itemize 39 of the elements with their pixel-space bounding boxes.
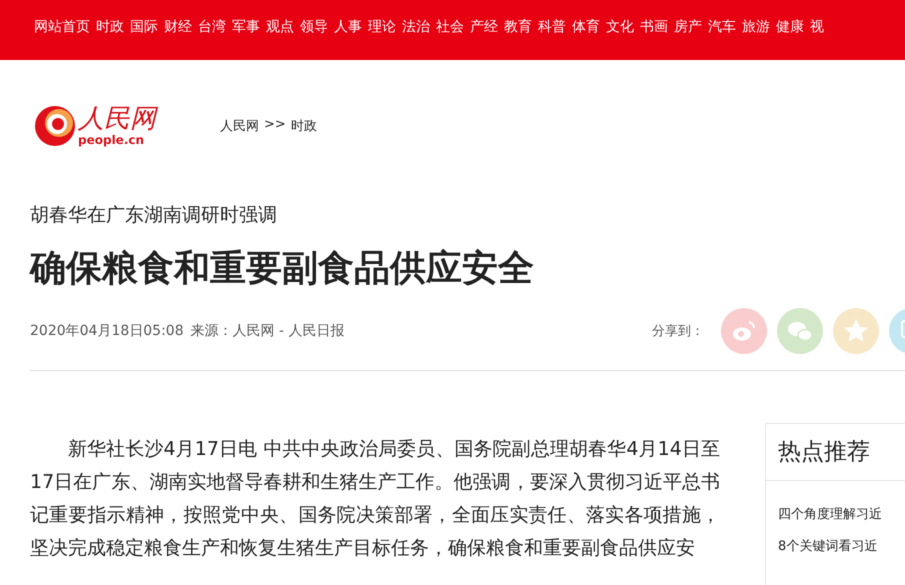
nav-link[interactable]: 网站首页 (34, 18, 90, 42)
sidebar-heading: 热点推荐 (778, 438, 871, 467)
logo-domain[interactable]: people.cn (78, 134, 156, 146)
nav-link[interactable]: 教育 (504, 18, 532, 42)
sidebar-link[interactable]: 8个关键词看习近 (778, 531, 905, 563)
nav-link[interactable]: 国际 (130, 18, 158, 42)
nav-link[interactable]: 理论 (368, 18, 396, 42)
chat-bubbles-icon[interactable] (777, 308, 823, 354)
nav-link[interactable]: 法治 (402, 18, 430, 42)
nav-link[interactable]: 时政 (96, 18, 124, 42)
sidebar-link[interactable]: 四个角度理解习近 (778, 499, 905, 531)
nav-link[interactable]: 健康 (776, 18, 804, 42)
nav-link[interactable]: 人事 (334, 18, 362, 42)
logo-swirl-icon (34, 105, 76, 147)
article-headline: 确保粮食和重要副食品供应安全 (30, 247, 535, 291)
article-source: 来源：人民网 - 人民日报 (190, 322, 345, 340)
nav-link[interactable]: 视 (810, 18, 824, 42)
nav-link[interactable]: 书画 (640, 18, 668, 42)
nav-link[interactable]: 房产 (674, 18, 702, 42)
nav-link[interactable]: 汽车 (708, 18, 736, 42)
nav-link[interactable]: 体育 (572, 18, 600, 42)
nav-link[interactable]: 台湾 (198, 18, 226, 42)
article-paragraph: 新华社长沙4月17日电 中共中央政治局委员、国务院副总理胡春华4月14日至17日在广东、湖南实地督导春耕和生猪生产工作。他强调，要深入贯彻习近平总书记重要指示精神，按照党中央、国务院决策部署，全面压实责任、落实各项措施，坚决完成稳定粮食生产和恢复生猪生产目标任务，确保粮食和重要副食品供应安 (30, 437, 720, 561)
article-subtitle: 胡春华在广东湖南调研时强调 (30, 203, 278, 228)
logo-wordmark[interactable]: 人民网 (78, 106, 156, 132)
publish-date: 2020年04月18日05:08 (30, 322, 184, 340)
nav-link[interactable]: 旅游 (742, 18, 770, 42)
nav-link[interactable]: 文化 (606, 18, 634, 42)
nav-link[interactable]: 产经 (470, 18, 498, 42)
breadcrumb-separator: >> (264, 117, 286, 134)
nav-link[interactable]: 财经 (164, 18, 192, 42)
nav-link[interactable]: 领导 (300, 18, 328, 42)
breadcrumb-link[interactable]: 时政 (290, 117, 317, 135)
nav-link[interactable]: 科普 (538, 18, 566, 42)
nav-link[interactable]: 军事 (232, 18, 260, 42)
breadcrumb-link[interactable]: 人民网 (220, 117, 259, 135)
nav-link[interactable]: 社会 (436, 18, 464, 42)
nav-link[interactable]: 观点 (266, 18, 294, 42)
share-label: 分享到： (652, 323, 704, 340)
